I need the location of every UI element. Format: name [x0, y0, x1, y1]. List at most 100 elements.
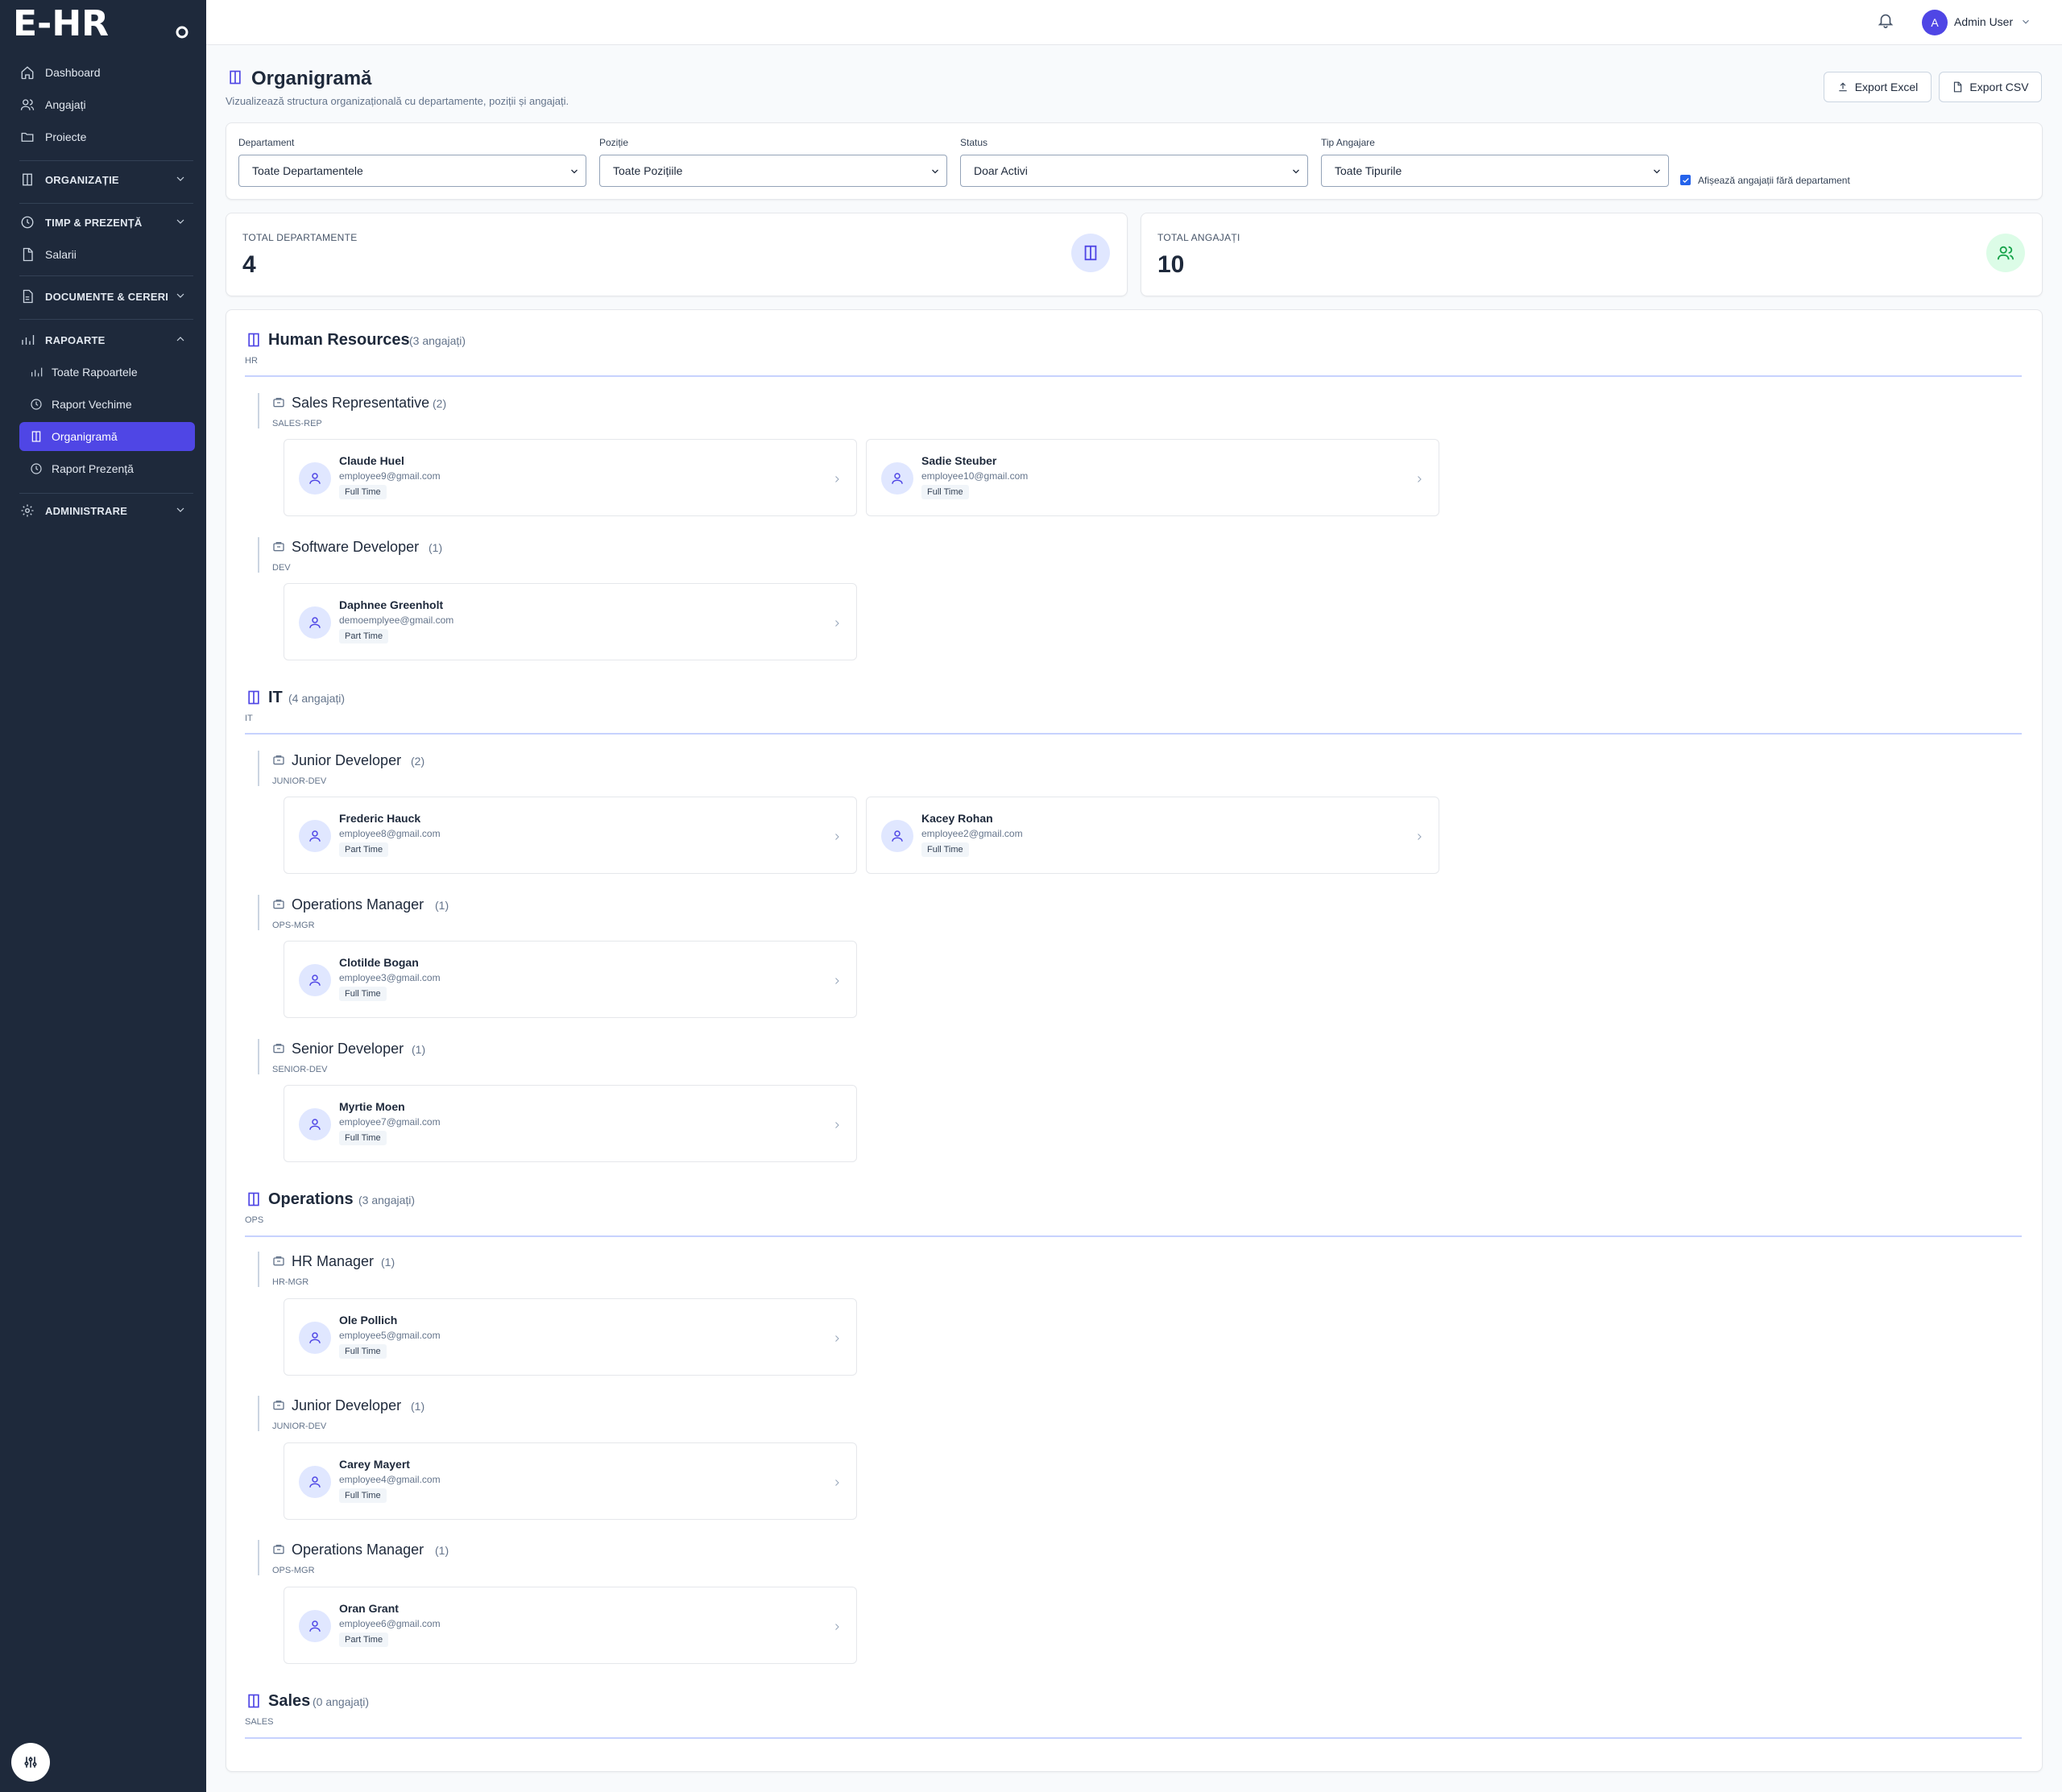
id-card-icon	[272, 754, 285, 767]
employee-card[interactable]: Kacey Rohan employee2@gmail.com Full Tim…	[866, 797, 1439, 874]
notifications-bell-button[interactable]	[1877, 11, 1896, 31]
position-code: JUNIOR-DEV	[272, 1422, 327, 1431]
chevron-down-icon	[1291, 166, 1301, 176]
position-count: (2)	[433, 397, 447, 410]
sidebar-item-toate-rapoartele[interactable]: Toate Rapoartele	[19, 358, 195, 387]
filter-pozitie-label: Poziție	[599, 137, 629, 148]
sidebar-section-administrare[interactable]: ADMINISTRARE	[19, 496, 187, 525]
user-avatar[interactable]: A	[1922, 10, 1948, 35]
position-bar	[258, 537, 259, 573]
sidebar-section-rapoarte[interactable]: RAPOARTE	[19, 325, 187, 354]
department-divider	[245, 375, 2022, 377]
department-count: (0 angajați)	[313, 1695, 370, 1708]
sidebar-section-documente[interactable]: DOCUMENTE & CERERI	[19, 282, 187, 311]
employee-name: Oran Grant	[339, 1602, 399, 1615]
chevron-right-icon	[1414, 831, 1424, 841]
sidebar-item-dashboard[interactable]: Dashboard	[19, 58, 193, 87]
user-icon	[299, 820, 331, 852]
position-count: (2)	[411, 755, 425, 768]
folder-icon	[19, 129, 35, 145]
export-csv-button[interactable]: Export CSV	[1939, 72, 2042, 102]
svg-text:E-HR: E-HR	[13, 5, 109, 40]
employee-email: employee5@gmail.com	[339, 1330, 441, 1341]
employee-card[interactable]: Sadie Steuber employee10@gmail.com Full …	[866, 439, 1439, 516]
employee-name: Carey Mayert	[339, 1458, 410, 1471]
department-count: (3 angajați)	[409, 334, 466, 347]
sidebar-item-angajati[interactable]: Angajați	[19, 90, 193, 119]
file-icon	[1954, 81, 1962, 93]
id-card-icon	[272, 1543, 285, 1556]
employee-card[interactable]: Clotilde Bogan employee3@gmail.com Full …	[284, 941, 857, 1018]
employee-card[interactable]: Oran Grant employee6@gmail.com Part Time	[284, 1587, 857, 1664]
filter-tip-select[interactable]: Toate Tipurile	[1321, 155, 1669, 187]
show-no-dept-label[interactable]: Afișează angajații fără departament	[1698, 175, 1850, 186]
employee-card[interactable]: Myrtie Moen employee7@gmail.com Full Tim…	[284, 1085, 857, 1162]
position-bar	[258, 1039, 259, 1074]
employee-card[interactable]: Ole Pollich employee5@gmail.com Full Tim…	[284, 1298, 857, 1376]
user-icon	[299, 462, 331, 495]
employment-type-badge: Full Time	[339, 1131, 387, 1145]
org-chart-card	[226, 309, 2043, 1772]
topbar	[206, 0, 2062, 45]
department-divider	[245, 1737, 2022, 1739]
sidebar-section-organizatie[interactable]: ORGANIZAȚIE	[19, 165, 187, 194]
employee-name: Ole Pollich	[339, 1314, 398, 1326]
department-divider	[245, 733, 2022, 735]
department-divider	[245, 1235, 2022, 1237]
user-name[interactable]: Admin User	[1954, 15, 2013, 28]
building-icon	[227, 69, 243, 85]
employment-type-badge: Part Time	[339, 842, 389, 857]
filter-departament-select[interactable]: Toate Departamentele	[238, 155, 586, 187]
sidebar-item-organigrama[interactable]: Organigramă	[19, 422, 195, 451]
employee-name: Clotilde Bogan	[339, 956, 419, 969]
settings-sliders-button[interactable]	[11, 1743, 50, 1782]
filter-pozitie-select[interactable]: Toate Pozițiile	[599, 155, 947, 187]
position-code: HR-MGR	[272, 1277, 309, 1287]
document-icon	[19, 288, 35, 304]
position-bar	[258, 1396, 259, 1431]
sidebar-item-proiecte[interactable]: Proiecte	[19, 122, 193, 151]
building-icon	[246, 1693, 262, 1709]
show-no-dept-checkbox[interactable]	[1680, 175, 1691, 185]
user-icon	[299, 1610, 331, 1642]
id-card-icon	[272, 1255, 285, 1268]
sidebar-item-label: Angajați	[45, 98, 86, 111]
department-code: IT	[245, 714, 253, 723]
sidebar-section-timp[interactable]: TIMP & PREZENȚĂ	[19, 208, 187, 237]
employee-card[interactable]: Claude Huel employee9@gmail.com Full Tim…	[284, 439, 857, 516]
user-icon	[299, 1322, 331, 1354]
user-icon	[299, 1108, 331, 1140]
employment-type-badge: Full Time	[339, 1488, 387, 1503]
employee-email: employee2@gmail.com	[921, 828, 1023, 839]
sidebar-item-label: Proiecte	[45, 130, 87, 143]
filter-departament-label: Departament	[238, 137, 295, 148]
ehr-logo[interactable]: E-HR	[13, 5, 190, 40]
position-count: (1)	[411, 1400, 425, 1413]
chevron-right-icon	[832, 1333, 842, 1343]
position-count: (1)	[381, 1256, 395, 1268]
sidebar-item-raport-prezenta[interactable]: Raport Prezență	[19, 454, 195, 483]
user-icon	[299, 606, 331, 639]
position-bar	[258, 393, 259, 428]
employee-email: demoemplyee@gmail.com	[339, 615, 454, 626]
sidebar-divider	[19, 319, 193, 320]
chart-icon	[19, 332, 35, 348]
employment-type-badge: Part Time	[339, 629, 389, 644]
building-icon	[246, 332, 262, 348]
stat-employees-value: 10	[1157, 251, 1185, 278]
sidebar-item-raport-vechime[interactable]: Raport Vechime	[19, 390, 195, 419]
sidebar-item-salarii[interactable]: Salarii	[19, 240, 193, 269]
employee-name: Daphnee Greenholt	[339, 598, 444, 611]
clock-icon	[29, 397, 43, 412]
employee-card[interactable]: Frederic Hauck employee8@gmail.com Part …	[284, 797, 857, 874]
export-excel-button[interactable]: Export Excel	[1824, 72, 1932, 102]
employee-card[interactable]: Carey Mayert employee4@gmail.com Full Ti…	[284, 1442, 857, 1520]
user-icon	[299, 964, 331, 996]
chevron-down-icon[interactable]	[2020, 16, 2031, 27]
stat-departments-label: TOTAL DEPARTAMENTE	[242, 232, 358, 243]
department-name: Human Resources	[268, 331, 410, 349]
employee-card[interactable]: Daphnee Greenholt demoemplyee@gmail.com …	[284, 583, 857, 660]
position-code: JUNIOR-DEV	[272, 776, 327, 786]
department-name: IT	[268, 689, 283, 706]
filter-status-select[interactable]: Doar Activi	[960, 155, 1308, 187]
